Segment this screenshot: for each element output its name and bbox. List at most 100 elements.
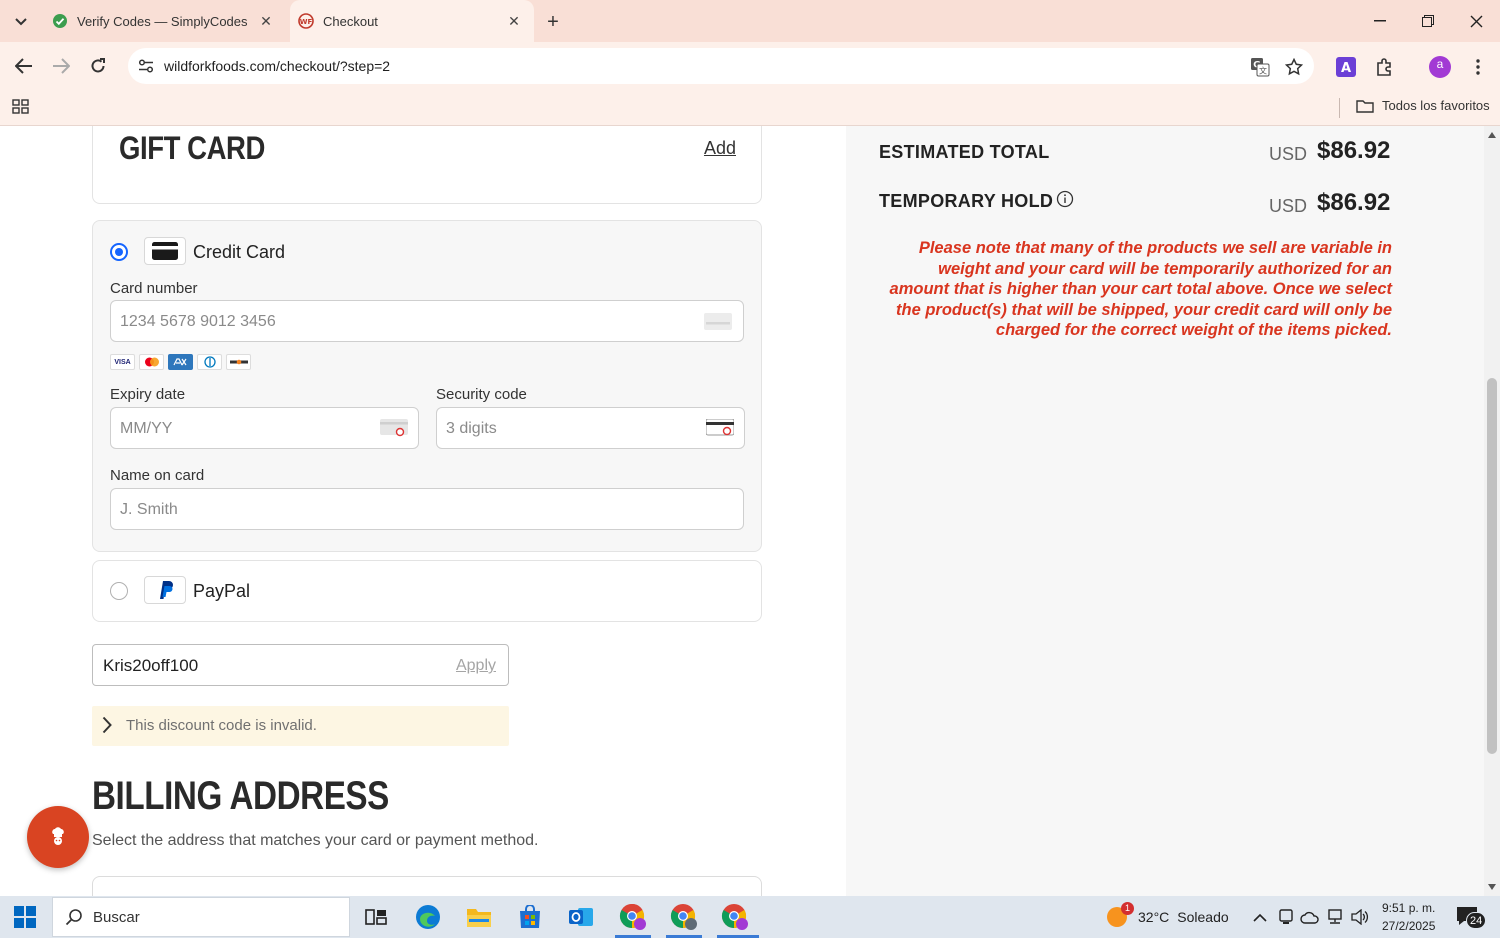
chrome-profile-2-icon[interactable] <box>669 902 699 932</box>
minimize-icon <box>1374 20 1386 22</box>
notifications-button[interactable]: 24 <box>1456 906 1487 931</box>
chef-mascot-icon <box>52 827 64 845</box>
file-explorer-icon[interactable] <box>464 902 494 932</box>
name-on-card-input[interactable]: J. Smith <box>110 488 744 530</box>
tab-close-icon[interactable]: ✕ <box>258 13 274 29</box>
arrow-left-icon <box>15 58 32 74</box>
discount-error-text: This discount code is invalid. <box>126 717 317 734</box>
billing-address-option[interactable] <box>92 876 762 896</box>
weather-temperature: 32°C <box>1138 909 1170 925</box>
weather-widget[interactable]: 1 32°C Soleado <box>1106 902 1229 928</box>
discount-error-message[interactable]: This discount code is invalid. <box>92 706 509 746</box>
restore-button[interactable] <box>1404 0 1452 42</box>
windows-taskbar: Buscar 1 32°C Soleado 9:51 p. m. 27/2/20… <box>0 896 1500 938</box>
scroll-up-arrow-icon[interactable] <box>1488 132 1496 138</box>
card-number-input[interactable]: 1234 5678 9012 3456 <box>110 300 744 342</box>
browser-tabbar: Verify Codes — SimplyCodes ✕ WF Checkout… <box>0 0 1500 42</box>
discover-icon <box>226 354 251 370</box>
outlook-icon[interactable] <box>566 902 596 932</box>
site-settings-icon[interactable] <box>136 56 156 76</box>
temporary-hold-currency: USD <box>1269 196 1308 216</box>
scroll-down-arrow-icon[interactable] <box>1488 884 1496 890</box>
security-code-input[interactable]: 3 digits <box>436 407 745 449</box>
all-bookmarks-button[interactable]: Todos los favoritos <box>1356 98 1490 113</box>
chrome-profile-3-icon[interactable] <box>720 902 750 932</box>
expiry-input[interactable]: MM/YY <box>110 407 419 449</box>
checkout-page: GIFT CARD Add Credit Card Card number 12… <box>0 126 1500 896</box>
temporary-hold-note: Please note that many of the products we… <box>889 239 1392 339</box>
meet-now-icon[interactable] <box>1276 907 1296 927</box>
profile-avatar[interactable]: a <box>1428 55 1452 79</box>
bookmarks-divider <box>1339 98 1340 118</box>
weather-description: Soleado <box>1177 909 1229 925</box>
svg-text:A: A <box>1341 61 1351 76</box>
chat-widget-button[interactable] <box>27 806 89 868</box>
simplycodes-favicon-icon <box>52 13 68 29</box>
page-scrollbar[interactable] <box>1484 126 1500 896</box>
minimize-button[interactable] <box>1356 0 1404 42</box>
chevron-down-icon <box>15 18 27 26</box>
chrome-profile-1-icon[interactable] <box>618 902 648 932</box>
paypal-icon <box>144 576 186 604</box>
address-bar[interactable]: wildforkfoods.com/checkout/?step=2 G文 <box>128 48 1314 84</box>
discount-code-input[interactable]: Kris20off100 Apply <box>92 644 509 686</box>
temporary-hold-label: TEMPORARY HOLD <box>879 191 1054 211</box>
svg-text:WF: WF <box>300 18 313 26</box>
credit-card-radio[interactable] <box>110 243 128 261</box>
network-icon[interactable] <box>1325 907 1345 927</box>
tab-checkout[interactable]: WF Checkout ✕ <box>290 0 534 42</box>
search-icon <box>65 909 82 926</box>
card-number-placeholder: 1234 5678 9012 3456 <box>120 313 276 330</box>
paypal-option[interactable]: PayPal <box>92 560 762 622</box>
gift-card-title: GIFT CARD <box>119 130 265 166</box>
bookmark-star-icon[interactable] <box>1283 56 1305 78</box>
chevron-up-icon[interactable] <box>1250 907 1270 927</box>
amex-icon <box>168 354 193 370</box>
info-icon[interactable] <box>1056 190 1074 213</box>
tab-title: Verify Codes — SimplyCodes <box>77 13 248 29</box>
notification-count: 24 <box>1466 912 1487 929</box>
estimated-total-label: ESTIMATED TOTAL <box>879 142 1050 162</box>
paypal-radio[interactable] <box>110 582 128 600</box>
tab-search-dropdown[interactable] <box>8 9 34 35</box>
taskbar-search-label: Buscar <box>93 908 140 926</box>
gift-card-add-link[interactable]: Add <box>704 138 736 159</box>
name-on-card-label: Name on card <box>110 467 205 484</box>
edge-browser-icon[interactable] <box>413 902 443 932</box>
svg-text:文: 文 <box>1259 66 1267 76</box>
restore-icon <box>1422 15 1434 27</box>
back-button[interactable] <box>12 54 36 78</box>
volume-icon[interactable] <box>1350 907 1370 927</box>
diners-icon <box>197 354 222 370</box>
sun-weather-icon: 1 <box>1106 902 1134 928</box>
reload-button[interactable] <box>86 54 110 78</box>
tab-close-icon[interactable]: ✕ <box>506 13 522 29</box>
more-vert-icon <box>1476 59 1480 75</box>
windows-start-icon[interactable] <box>14 906 36 933</box>
translate-icon[interactable]: G文 <box>1249 56 1271 78</box>
browser-menu-button[interactable] <box>1466 55 1490 79</box>
visa-icon: VISA <box>110 354 135 370</box>
new-tab-button[interactable]: + <box>541 10 565 34</box>
reload-icon <box>91 58 105 73</box>
extension-a-icon[interactable]: A <box>1334 55 1358 79</box>
paypal-label: PayPal <box>193 581 251 601</box>
chevron-right-icon <box>102 716 112 739</box>
close-window-button[interactable] <box>1452 0 1500 42</box>
discount-apply-button[interactable]: Apply <box>456 657 496 675</box>
arrow-right-icon <box>53 58 70 74</box>
expiry-label: Expiry date <box>110 386 186 403</box>
apps-grid-icon[interactable] <box>12 98 30 121</box>
wildfork-favicon-icon: WF <box>298 13 314 29</box>
tab-simplycodes[interactable]: Verify Codes — SimplyCodes ✕ <box>44 0 286 42</box>
microsoft-store-icon[interactable] <box>515 902 545 932</box>
onedrive-cloud-icon[interactable] <box>1300 907 1320 927</box>
extensions-puzzle-icon[interactable] <box>1373 55 1397 79</box>
forward-button[interactable] <box>49 54 73 78</box>
scrollbar-thumb[interactable] <box>1487 378 1497 754</box>
taskbar-search-box[interactable]: Buscar <box>52 897 350 937</box>
discount-code-value: Kris20off100 <box>103 656 199 675</box>
taskbar-clock[interactable]: 9:51 p. m. 27/2/2025 <box>1382 899 1435 935</box>
credit-card-option: Credit Card Card number 1234 5678 9012 3… <box>92 220 762 552</box>
task-view-icon[interactable] <box>361 902 391 932</box>
